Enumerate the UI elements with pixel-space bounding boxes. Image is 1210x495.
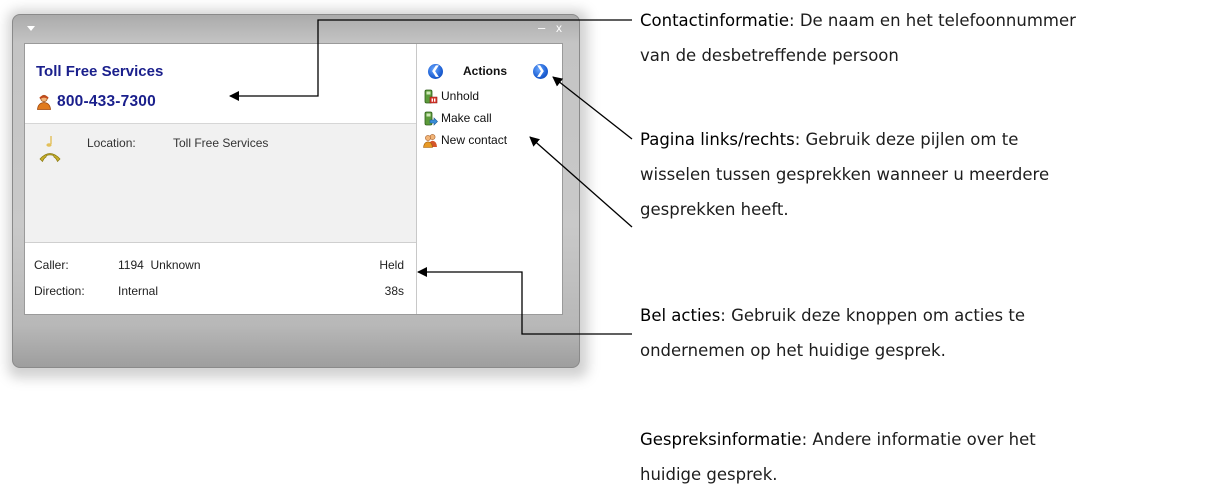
annotation-call-actions: Bel acties: Gebruik deze knoppen om acti…: [640, 298, 1210, 368]
make-call-label: Make call: [441, 111, 492, 125]
page-left-arrow-icon[interactable]: ❮: [428, 64, 443, 79]
annotation-contact-text-2: van de desbetreffende persoon: [640, 46, 899, 65]
new-contact-icon: [423, 133, 437, 148]
location-info: Location: Toll Free Services: [25, 124, 416, 242]
caller-label: Caller:: [34, 258, 69, 272]
make-call-icon: [424, 111, 438, 126]
contact-info: Toll Free Services 800-433-7300: [25, 44, 416, 124]
unhold-button[interactable]: Unhold: [423, 87, 479, 105]
window-menu-icon[interactable]: [27, 26, 35, 31]
annotation-callinfo-text-1: : Andere informatie over het: [801, 430, 1036, 449]
annotation-call-info: Gespreksinformatie: Andere informatie ov…: [640, 422, 1210, 492]
close-button[interactable]: x: [556, 18, 562, 38]
annotation-actions-text-2: ondernemen op het huidige gesprek.: [640, 341, 946, 360]
annotation-paging-text-2: wisselen tussen gesprekken wanneer u mee…: [640, 165, 1050, 184]
location-value: Toll Free Services: [173, 136, 269, 150]
annotation-paging: Pagina links/rechts: Gebruik deze pijlen…: [640, 122, 1210, 227]
annotation-actions-text-1: : Gebruik deze knoppen om acties te: [720, 306, 1025, 325]
location-label: Location:: [87, 136, 136, 150]
phone-handset-icon: [39, 136, 61, 163]
call-panel: Toll Free Services 800-433-7300 Location…: [24, 43, 563, 315]
direction-value: Internal: [118, 284, 159, 298]
contact-phone-row: 800-433-7300: [36, 92, 156, 112]
actions-title: Actions: [463, 64, 508, 78]
minimize-button[interactable]: –: [538, 18, 545, 38]
direction-label: Direction:: [34, 284, 85, 298]
annotation-callinfo-text-2: huidige gesprek.: [640, 465, 778, 484]
new-contact-label: New contact: [441, 133, 508, 147]
contact-phone-number[interactable]: 800-433-7300: [57, 93, 156, 111]
annotation-contact-key: Contactinformatie: [640, 11, 790, 30]
annotation-contact-text-1: : De naam en het telefoonnummer: [789, 11, 1076, 30]
annotation-contact-info: Contactinformatie: De naam en het telefo…: [640, 3, 1210, 73]
contact-name: Toll Free Services: [36, 63, 164, 80]
annotation-paging-text-1: : Gebruik deze pijlen om te: [794, 130, 1019, 149]
annotation-paging-key: Pagina links/rechts: [640, 130, 795, 149]
call-info: Caller: 1194 Unknown Held Direction: Int…: [25, 242, 416, 314]
make-call-button[interactable]: Make call: [423, 109, 492, 127]
call-status: Held: [379, 258, 404, 272]
call-duration: 38s: [384, 284, 404, 298]
unhold-phone-icon: [424, 89, 438, 103]
person-icon: [37, 94, 51, 110]
annotation-callinfo-key: Gespreksinformatie: [640, 430, 802, 449]
caller-value: 1194 Unknown: [118, 258, 201, 272]
new-contact-button[interactable]: New contact: [423, 131, 507, 149]
annotation-actions-key: Bel acties: [640, 306, 721, 325]
annotation-paging-text-3: gesprekken heeft.: [640, 200, 789, 219]
call-details-pane: Toll Free Services 800-433-7300 Location…: [25, 44, 416, 314]
actions-pane: ❮ Actions ❯ Unhold Make call New contact: [416, 44, 562, 314]
page-right-arrow-icon[interactable]: ❯: [533, 64, 548, 79]
unhold-label: Unhold: [441, 89, 480, 103]
